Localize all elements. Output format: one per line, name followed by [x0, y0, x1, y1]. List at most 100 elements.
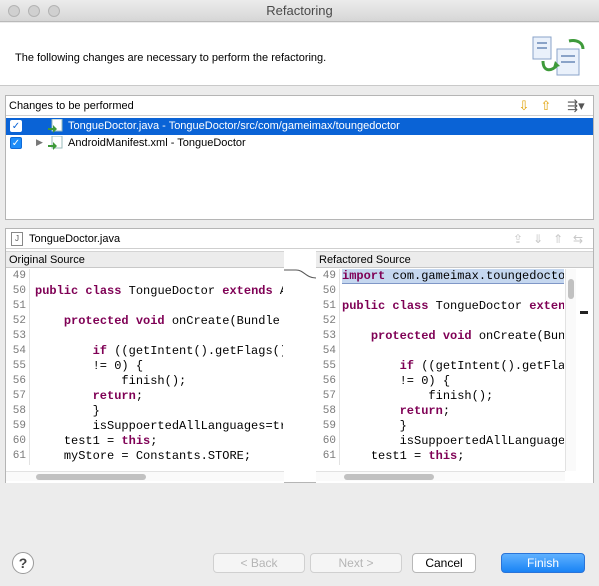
refactored-vertical-scrollbar[interactable]: [565, 269, 576, 471]
line-number: 60: [12, 435, 26, 447]
window-title: Refactoring: [266, 3, 333, 18]
change-item-label: AndroidManifest.xml - TongueDoctor: [68, 137, 246, 149]
line-number: 58: [12, 405, 26, 417]
previous-difference-icon[interactable]: ⇑: [551, 232, 565, 246]
line-number: 58: [322, 405, 336, 417]
wizard-header: The following changes are necessary to p…: [0, 23, 599, 86]
refactored-line-gutter: 49 50 51 52 53 54 55 56 57 58 59 60 61: [316, 269, 340, 465]
changes-panel: Changes to be performed ⇩ ⇧ ⇶▾ ✓ TongueD…: [5, 95, 594, 220]
change-item-label: TongueDoctor.java - TongueDoctor/src/com…: [68, 120, 400, 132]
title-bar: Refactoring: [0, 0, 599, 22]
next-button[interactable]: Next >: [310, 553, 402, 573]
code-line: import com.gameimax.toungedoctor: [342, 269, 564, 284]
line-number: 61: [12, 450, 26, 462]
line-number: 56: [322, 375, 336, 387]
code-line: myStore = Constants.STORE;: [63, 449, 252, 463]
compare-header: J TongueDoctor.java ⇪ ⇓ ⇑ ⇆: [6, 229, 593, 249]
original-source-title: Original Source: [6, 251, 284, 268]
cancel-button[interactable]: Cancel: [412, 553, 476, 573]
previous-change-icon[interactable]: ⇧: [538, 98, 554, 114]
line-number: 59: [12, 420, 26, 432]
line-number: 50: [12, 285, 26, 297]
code-line: if ((getIntent().getFlags(): [92, 344, 283, 358]
refactored-vscroll-thumb[interactable]: [568, 279, 574, 299]
code-line: }: [35, 404, 100, 418]
code-line: isSuppoertedAllLanguage: [399, 434, 564, 448]
overview-marker: [580, 311, 588, 314]
code-line: }: [342, 419, 407, 433]
code-line: public class TongueDoctor extends Ac: [35, 284, 283, 298]
code-line: protected void onCreate(Bundle sa: [63, 314, 280, 328]
changed-line-highlight: import com.gameimax.toungedoctor: [342, 269, 564, 284]
original-horizontal-scrollbar[interactable]: [6, 471, 284, 481]
java-file-icon: J: [11, 232, 23, 246]
refactored-horizontal-scrollbar[interactable]: [316, 471, 565, 481]
xml-file-change-icon: [48, 136, 63, 150]
refactored-code[interactable]: import com.gameimax.toungedoctor public c…: [342, 269, 564, 465]
code-line: public class TongueDoctor extends: [342, 299, 564, 313]
expand-arrow-icon[interactable]: ▶: [36, 137, 43, 148]
code-line: finish();: [121, 374, 187, 388]
header-message: The following changes are necessary to p…: [15, 52, 327, 64]
change-item-tonguedoctor-java[interactable]: ✓ TongueDoctor.java - TongueDoctor/src/c…: [6, 118, 593, 135]
diff-connector: [284, 269, 316, 279]
refactored-source-pane: Refactored Source 49 50 51 52 53 54 55 56 57 58 59…: [316, 251, 593, 483]
finish-button[interactable]: Finish: [501, 553, 585, 573]
next-difference-icon[interactable]: ⇓: [531, 232, 545, 246]
line-number: 56: [12, 375, 26, 387]
change-item-androidmanifest[interactable]: ✓ ▶ AndroidManifest.xml - TongueDoctor: [6, 135, 593, 152]
code-line: return;: [92, 389, 144, 403]
original-scroll-thumb[interactable]: [36, 474, 146, 480]
refactored-source-title: Refactored Source: [316, 251, 593, 268]
code-line: test1 = this;: [370, 449, 465, 463]
next-change-icon[interactable]: ⇩: [516, 98, 532, 114]
change-checkbox[interactable]: ✓: [10, 120, 22, 132]
merge-icon[interactable]: ⇆: [571, 232, 585, 246]
line-number: 54: [12, 345, 26, 357]
help-button[interactable]: ?: [12, 552, 34, 574]
line-number: 54: [322, 345, 336, 357]
line-number: 59: [322, 420, 336, 432]
changes-header: Changes to be performed ⇩ ⇧ ⇶▾: [6, 96, 593, 116]
code-line: != 0) {: [35, 359, 144, 373]
original-code[interactable]: public class TongueDoctor extends Ac pro…: [35, 269, 283, 465]
line-number: 57: [322, 390, 336, 402]
compare-file-title: TongueDoctor.java: [29, 233, 121, 245]
code-line: finish();: [428, 389, 494, 403]
changes-title: Changes to be performed: [9, 100, 134, 112]
line-number: 60: [322, 435, 336, 447]
line-number: 52: [322, 315, 336, 327]
line-number: 49: [12, 270, 26, 282]
original-line-gutter: 49 50 51 52 53 54 55 56 57 58 59 60 61: [6, 269, 30, 465]
compare-panel: J TongueDoctor.java ⇪ ⇓ ⇑ ⇆ Original Sou…: [5, 228, 594, 483]
code-line: if ((getIntent().getFla: [399, 359, 564, 373]
line-number: 55: [12, 360, 26, 372]
line-number: 50: [322, 285, 336, 297]
filter-changes-icon[interactable]: ⇶▾: [564, 98, 588, 114]
copy-left-icon[interactable]: ⇪: [511, 232, 525, 246]
line-number: 57: [12, 390, 26, 402]
line-number: 53: [322, 330, 336, 342]
back-button[interactable]: < Back: [213, 553, 305, 573]
line-number: 51: [322, 300, 336, 312]
line-number: 55: [322, 360, 336, 372]
line-number: 61: [322, 450, 336, 462]
java-file-change-icon: [48, 119, 63, 133]
original-source-pane: Original Source 49 50 51 52 53 54 55 56 57 58 59 60…: [6, 251, 284, 483]
line-number: 53: [12, 330, 26, 342]
change-checkbox[interactable]: ✓: [10, 137, 22, 149]
refactored-scroll-thumb[interactable]: [344, 474, 434, 480]
line-number: 52: [12, 315, 26, 327]
code-line: isSuppoertedAllLanguages=tru: [92, 419, 283, 433]
line-number: 51: [12, 300, 26, 312]
code-line: return;: [399, 404, 451, 418]
line-number: 49: [322, 270, 336, 282]
code-line: test1 = this;: [63, 434, 158, 448]
code-line: protected void onCreate(Bund: [370, 329, 564, 343]
